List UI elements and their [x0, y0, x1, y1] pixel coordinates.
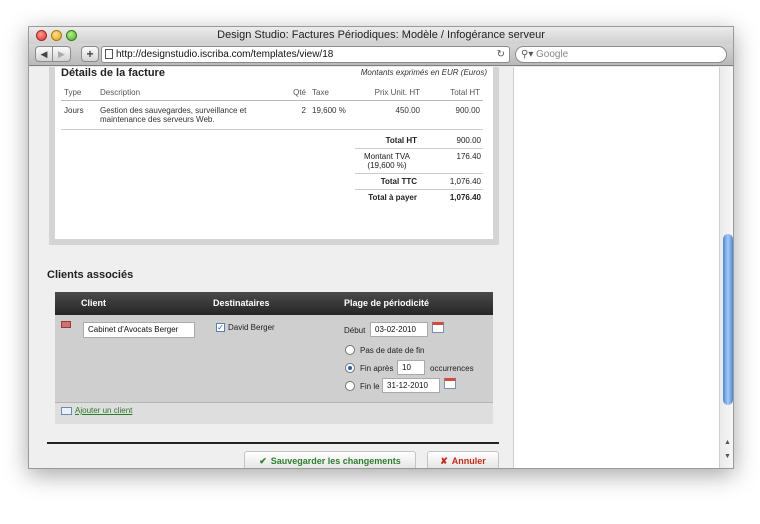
- radio-end-after[interactable]: [345, 363, 355, 373]
- client-input[interactable]: Cabinet d'Avocats Berger: [83, 322, 195, 338]
- forward-button[interactable]: ▶: [53, 46, 71, 62]
- cancel-button[interactable]: ✘ Annuler: [427, 451, 499, 468]
- browser-window: Design Studio: Factures Périodiques: Mod…: [28, 26, 734, 469]
- invoice-items-table: Type Description Qté Taxe Prix Unit. HT …: [61, 85, 483, 130]
- delete-client-icon[interactable]: [61, 321, 71, 328]
- col-unit-price: Prix Unit. HT: [359, 85, 423, 101]
- checkmark-icon: ✔: [259, 456, 267, 466]
- vertical-scrollbar[interactable]: ▲ ▼: [719, 67, 733, 468]
- checkmark-icon: ✓: [217, 323, 224, 332]
- window-title: Design Studio: Factures Périodiques: Mod…: [217, 29, 545, 41]
- radio-end-on[interactable]: [345, 381, 355, 391]
- col-type: Type: [61, 85, 97, 101]
- col-description: Description: [97, 85, 275, 101]
- cell-unit-price: 450.00: [359, 100, 423, 130]
- ttc-row: Total TTC 1,076.40: [355, 174, 483, 190]
- search-field[interactable]: ⚲▾ Google: [515, 46, 727, 63]
- clients-table-header: Client Destinataires Plage de périodicit…: [55, 292, 493, 315]
- page-icon: [105, 49, 113, 59]
- calendar-icon[interactable]: [444, 378, 456, 389]
- end-on-label: Fin le: [360, 382, 380, 391]
- search-icon: ⚲▾: [521, 49, 534, 60]
- save-label: Sauvegarder les changements: [270, 456, 401, 466]
- calendar-icon[interactable]: [432, 322, 444, 333]
- header-recipients: Destinataires: [213, 298, 270, 308]
- end-after-label: Fin après: [360, 364, 394, 373]
- url-text: http://designstudio.iscriba.com/template…: [116, 49, 334, 60]
- no-end-label: Pas de date de fin: [360, 346, 425, 355]
- back-button[interactable]: ◀: [35, 46, 53, 62]
- plus-icon: +: [86, 47, 94, 61]
- header-periodicity: Plage de périodicité: [344, 298, 430, 308]
- page-viewport: Détails de la facture Montants exprimés …: [29, 67, 719, 468]
- tva-value: 176.40: [456, 152, 481, 161]
- invoice-title: Détails de la facture: [61, 67, 165, 79]
- browser-toolbar: ◀ ▶ + http://designstudio.iscriba.com/te…: [29, 44, 733, 66]
- table-header-row: Type Description Qté Taxe Prix Unit. HT …: [61, 85, 483, 101]
- minimize-icon[interactable]: [51, 30, 62, 41]
- add-client-link[interactable]: Ajouter un client: [61, 406, 132, 415]
- total-ht-value: 900.00: [456, 136, 481, 145]
- scrollbar-thumb[interactable]: [723, 234, 733, 405]
- end-date-input[interactable]: 31-12-2010: [382, 378, 440, 393]
- ttc-label: Total TTC: [380, 177, 417, 186]
- forward-arrow-icon: ▶: [58, 49, 65, 59]
- cell-type: Jours: [61, 100, 97, 130]
- table-row: Jours Gestion des sauvegardes, surveilla…: [61, 100, 483, 130]
- col-tax: Taxe: [309, 85, 359, 101]
- col-total: Total HT: [423, 85, 483, 101]
- recipient-checkbox[interactable]: ✓: [216, 323, 225, 332]
- save-button[interactable]: ✔ Sauvegarder les changements: [244, 451, 416, 468]
- close-icon[interactable]: [36, 30, 47, 41]
- url-field[interactable]: http://designstudio.iscriba.com/template…: [101, 46, 510, 63]
- to-pay-label: Total à payer: [368, 193, 417, 202]
- total-ht-label: Total HT: [385, 136, 417, 145]
- occurrences-label: occurrences: [430, 364, 474, 373]
- associated-clients-panel: Client Destinataires Plage de périodicit…: [55, 292, 493, 424]
- recipient-label: David Berger: [228, 323, 275, 332]
- add-bookmark-button[interactable]: +: [81, 46, 99, 62]
- back-arrow-icon: ◀: [40, 49, 48, 59]
- cross-icon: ✘: [440, 456, 448, 466]
- tva-row: Montant TVA (19,600 %) 176.40: [355, 149, 483, 174]
- right-column: [513, 67, 719, 468]
- start-date-input[interactable]: 03-02-2010: [370, 322, 428, 337]
- occurrences-input[interactable]: 10: [397, 360, 425, 375]
- cell-qty: 2: [275, 100, 309, 130]
- total-ht-row: Total HT 900.00: [355, 133, 483, 149]
- col-qty: Qté: [275, 85, 309, 101]
- maximize-icon[interactable]: [66, 30, 77, 41]
- cell-total: 900.00: [423, 100, 483, 130]
- ttc-value: 1,076.40: [449, 177, 481, 186]
- client-row: Cabinet d'Avocats Berger ✓ David Berger …: [55, 315, 493, 403]
- to-pay-row: Total à payer 1,076.40: [355, 190, 483, 205]
- main-column: Détails de la facture Montants exprimés …: [29, 67, 513, 468]
- reload-icon[interactable]: ↻: [497, 47, 505, 62]
- cell-description: Gestion des sauvegardes, surveillance et…: [97, 100, 275, 130]
- add-client-label: Ajouter un client: [75, 406, 133, 415]
- scroll-up-icon[interactable]: ▲: [724, 439, 731, 446]
- radio-no-end[interactable]: [345, 345, 355, 355]
- header-client: Client: [81, 298, 107, 308]
- to-pay-value: 1,076.40: [449, 193, 481, 202]
- cell-tax: 19,600 %: [309, 100, 359, 130]
- cancel-label: Annuler: [451, 456, 486, 466]
- invoice-totals: Total HT 900.00 Montant TVA (19,600 %) 1…: [355, 133, 483, 205]
- search-placeholder: Google: [536, 49, 569, 60]
- section-divider: [47, 442, 499, 444]
- associated-clients-title: Clients associés: [47, 269, 134, 281]
- add-client-icon: [61, 406, 72, 415]
- tva-label: Montant TVA (19,600 %): [364, 152, 410, 170]
- invoice-details-card: Détails de la facture Montants exprimés …: [49, 67, 499, 245]
- start-label: Début: [344, 326, 366, 335]
- currency-note: Montants exprimés en EUR (Euros): [360, 68, 487, 77]
- title-bar: Design Studio: Factures Périodiques: Mod…: [29, 27, 733, 44]
- scroll-down-icon[interactable]: ▼: [724, 453, 731, 460]
